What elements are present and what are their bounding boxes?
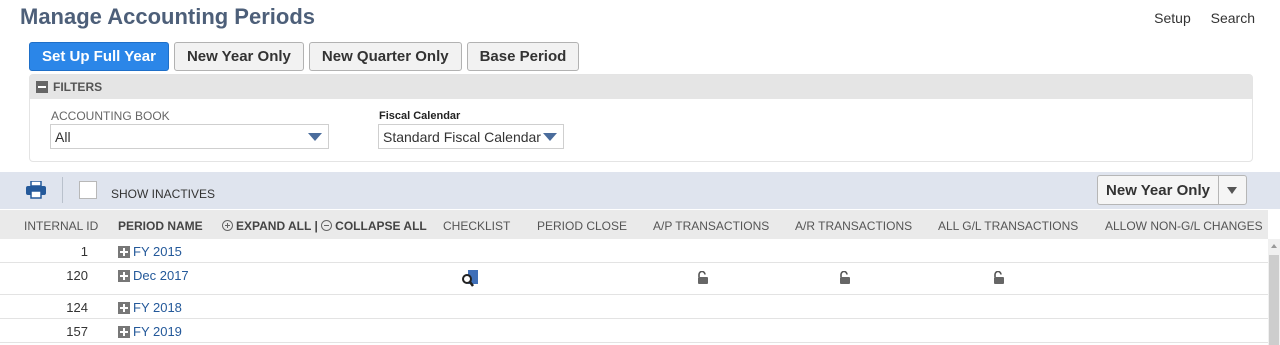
set-up-full-year-button[interactable]: Set Up Full Year bbox=[29, 42, 169, 71]
col-ap-transactions[interactable]: A/P TRANSACTIONS bbox=[653, 219, 769, 233]
fiscal-calendar-label: Fiscal Calendar bbox=[379, 110, 461, 122]
magnifier-document-icon[interactable] bbox=[460, 269, 480, 290]
unlocked-padlock-icon[interactable] bbox=[992, 270, 1006, 288]
new-quarter-only-button[interactable]: New Quarter Only bbox=[308, 42, 462, 71]
base-period-button[interactable]: Base Period bbox=[466, 42, 580, 71]
fiscal-calendar-select[interactable]: Standard Fiscal Calendar bbox=[378, 124, 564, 149]
period-name-link[interactable]: FY 2019 bbox=[118, 324, 182, 339]
chevron-down-icon[interactable] bbox=[1219, 176, 1246, 204]
top-links: Setup Search bbox=[1138, 10, 1255, 26]
unlocked-padlock-icon[interactable] bbox=[838, 270, 852, 288]
expand-icon[interactable] bbox=[118, 301, 130, 314]
filters-panel: FILTERS ACCOUNTING BOOK All Fiscal Calen… bbox=[29, 74, 1253, 162]
internal-id: 157 bbox=[66, 324, 88, 339]
page-title: Manage Accounting Periods bbox=[20, 4, 316, 29]
fiscal-calendar-value: Standard Fiscal Calendar bbox=[383, 128, 541, 145]
collapse-icon bbox=[36, 81, 48, 93]
col-gl-transactions[interactable]: ALL G/L TRANSACTIONS bbox=[938, 219, 1078, 233]
setup-link[interactable]: Setup bbox=[1154, 10, 1191, 26]
show-inactives-label: SHOW INACTIVES bbox=[111, 187, 216, 201]
col-period-close[interactable]: PERIOD CLOSE bbox=[537, 219, 627, 233]
expand-icon[interactable] bbox=[118, 245, 130, 258]
col-period-name[interactable]: PERIOD NAME bbox=[118, 219, 203, 233]
toolbar-divider bbox=[62, 177, 63, 203]
search-link[interactable]: Search bbox=[1211, 10, 1255, 26]
dropdown-arrow-icon bbox=[543, 133, 557, 141]
expand-all-link[interactable]: EXPAND ALL bbox=[222, 219, 311, 233]
new-year-only-split-button: New Year Only bbox=[1097, 175, 1247, 205]
collapse-all-link[interactable]: COLLAPSE ALL bbox=[321, 219, 427, 233]
table-row: 157 FY 2019 bbox=[0, 319, 1268, 343]
internal-id: 1 bbox=[80, 244, 88, 259]
dropdown-arrow-icon bbox=[308, 133, 322, 141]
scroll-up-icon[interactable] bbox=[1271, 244, 1277, 248]
filters-toggle[interactable]: FILTERS bbox=[30, 75, 1252, 99]
action-buttons: Set Up Full Year New Year Only New Quart… bbox=[29, 42, 580, 71]
accounting-book-label: ACCOUNTING BOOK bbox=[51, 109, 170, 123]
separator: | bbox=[314, 219, 318, 233]
unlocked-padlock-icon[interactable] bbox=[696, 270, 710, 288]
expand-icon bbox=[222, 220, 233, 231]
col-internal-id[interactable]: INTERNAL ID bbox=[24, 219, 98, 233]
accounting-book-select[interactable]: All bbox=[50, 124, 329, 149]
collapse-icon bbox=[321, 220, 333, 231]
printer-icon[interactable] bbox=[26, 180, 46, 204]
list-toolbar: SHOW INACTIVES New Year Only bbox=[0, 172, 1280, 209]
accounting-book-value: All bbox=[55, 128, 71, 145]
new-year-only-list-button[interactable]: New Year Only bbox=[1098, 176, 1219, 204]
expand-icon[interactable] bbox=[118, 325, 130, 338]
period-name-link[interactable]: Dec 2017 bbox=[118, 268, 189, 283]
table-header: INTERNAL ID PERIOD NAME EXPAND ALL | COL… bbox=[0, 210, 1268, 239]
period-name-link[interactable]: FY 2015 bbox=[118, 244, 182, 259]
table-row: 120 Dec 2017 bbox=[0, 263, 1268, 295]
table-row: 124 FY 2018 bbox=[0, 295, 1268, 319]
internal-id: 120 bbox=[66, 268, 88, 283]
vertical-scrollbar[interactable] bbox=[1268, 239, 1280, 345]
scrollbar-thumb[interactable] bbox=[1269, 255, 1279, 345]
expand-icon[interactable] bbox=[118, 269, 130, 282]
col-ar-transactions[interactable]: A/R TRANSACTIONS bbox=[795, 219, 912, 233]
col-non-gl-changes[interactable]: ALLOW NON-G/L CHANGES bbox=[1105, 219, 1263, 233]
table-row: 1 FY 2015 bbox=[0, 239, 1268, 263]
period-name-link[interactable]: FY 2018 bbox=[118, 300, 182, 315]
filters-header: FILTERS bbox=[53, 80, 103, 94]
new-year-only-button[interactable]: New Year Only bbox=[173, 42, 304, 71]
internal-id: 124 bbox=[66, 300, 88, 315]
show-inactives-checkbox[interactable] bbox=[79, 181, 97, 199]
expand-collapse-controls: EXPAND ALL | COLLAPSE ALL bbox=[222, 219, 427, 233]
col-checklist[interactable]: CHECKLIST bbox=[443, 219, 510, 233]
